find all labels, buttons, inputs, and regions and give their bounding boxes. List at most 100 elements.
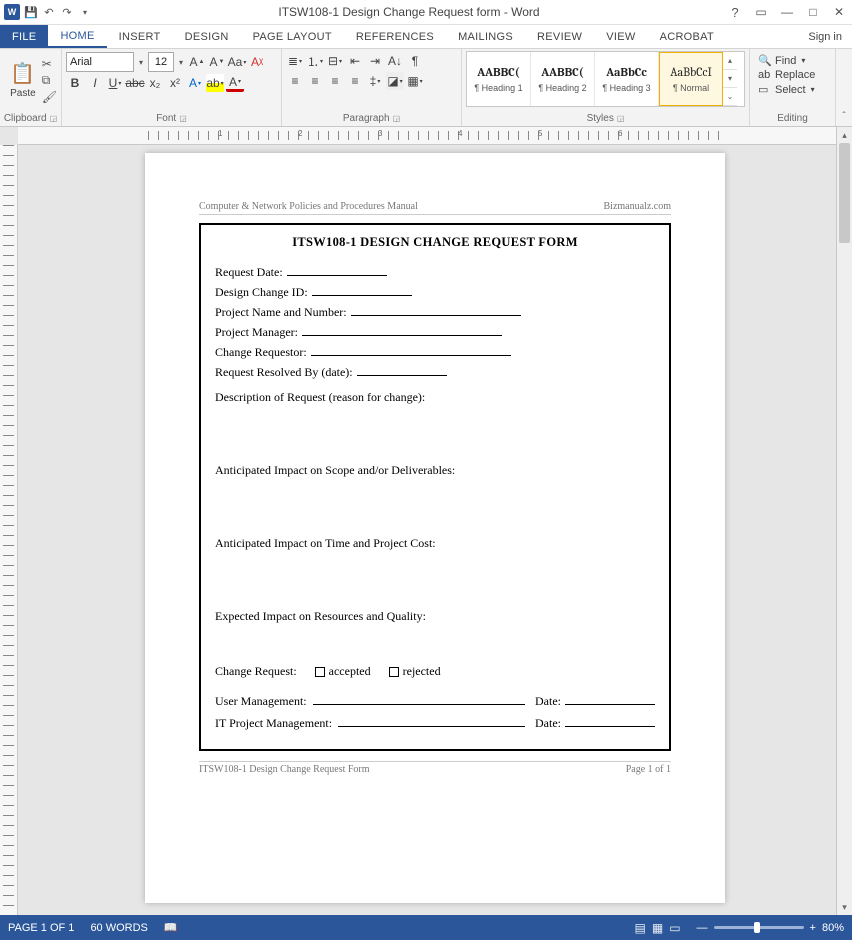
text-effects-icon[interactable]: A▾ (186, 74, 204, 92)
styles-scroll-down-icon[interactable]: ▾ (723, 70, 737, 88)
ribbon-tabs: FILE HOME INSERT DESIGN PAGE LAYOUT REFE… (0, 25, 852, 49)
font-color-icon[interactable]: A▾ (226, 74, 244, 92)
help-icon[interactable]: ? (726, 5, 744, 20)
grow-font-icon[interactable]: A▲ (188, 53, 206, 71)
font-size-select[interactable]: 12 (148, 52, 174, 72)
vertical-scrollbar[interactable]: ▴ ▾ (836, 127, 852, 915)
label-description: Description of Request (reason for chang… (215, 390, 655, 405)
tab-references[interactable]: REFERENCES (344, 25, 446, 48)
paste-button[interactable]: 📋 Paste (4, 51, 42, 109)
save-icon[interactable]: 💾 (24, 5, 38, 19)
clipboard-dialog-icon[interactable]: ◲ (50, 114, 58, 123)
zoom-slider-thumb[interactable] (754, 922, 760, 933)
tab-insert[interactable]: INSERT (107, 25, 173, 48)
tab-review[interactable]: REVIEW (525, 25, 594, 48)
status-proofing-icon[interactable]: 📖 (164, 921, 178, 934)
style-heading2[interactable]: AABBC(¶ Heading 2 (531, 52, 595, 106)
strikethrough-button[interactable]: abc (126, 74, 144, 92)
label-impact-resources: Expected Impact on Resources and Quality… (215, 609, 655, 624)
maximize-icon[interactable]: □ (804, 5, 822, 19)
view-read-icon[interactable]: ▤ (635, 921, 646, 935)
increase-indent-icon[interactable]: ⇥ (366, 52, 384, 70)
font-name-select[interactable]: Arial (66, 52, 134, 72)
justify-icon[interactable]: ≡ (346, 72, 364, 90)
styles-dialog-icon[interactable]: ◲ (617, 114, 625, 123)
status-words[interactable]: 60 WORDS (90, 922, 147, 934)
minimize-icon[interactable]: — (778, 5, 796, 19)
sign-in-link[interactable]: Sign in (798, 25, 852, 48)
align-left-icon[interactable]: ≡ (286, 72, 304, 90)
zoom-in-icon[interactable]: + (810, 922, 816, 934)
show-marks-icon[interactable]: ¶ (406, 52, 424, 70)
superscript-button[interactable]: x² (166, 74, 184, 92)
shrink-font-icon[interactable]: A▼ (208, 53, 226, 71)
label-request-resolved: Request Resolved By (date): (215, 365, 353, 380)
find-button[interactable]: 🔍Find▾ (758, 53, 827, 68)
style-normal[interactable]: AaBbCcI¶ Normal (659, 52, 723, 106)
sort-icon[interactable]: A↓ (386, 52, 404, 70)
clear-formatting-icon[interactable]: Aᵡ (248, 53, 266, 71)
tab-file[interactable]: FILE (0, 25, 48, 48)
view-web-icon[interactable]: ▭ (669, 921, 680, 935)
scroll-thumb[interactable] (839, 143, 850, 243)
cut-icon[interactable]: ✂ (42, 57, 57, 71)
align-right-icon[interactable]: ≡ (326, 72, 344, 90)
change-case-icon[interactable]: Aa▾ (228, 53, 246, 71)
bullets-icon[interactable]: ≣▾ (286, 52, 304, 70)
format-painter-icon[interactable]: 🖌 (42, 90, 57, 104)
undo-icon[interactable]: ↶ (42, 5, 56, 19)
scroll-down-icon[interactable]: ▾ (837, 899, 852, 915)
tab-home[interactable]: HOME (48, 25, 106, 48)
document-page[interactable]: Computer & Network Policies and Procedur… (145, 153, 725, 903)
view-print-icon[interactable]: ▦ (652, 921, 663, 935)
tab-page-layout[interactable]: PAGE LAYOUT (241, 25, 344, 48)
checkbox-rejected[interactable]: rejected (389, 664, 441, 679)
group-clipboard: 📋 Paste ✂ ⧉ 🖌 Clipboard◲ (0, 49, 62, 126)
numbering-icon[interactable]: ⒈▾ (306, 52, 324, 70)
paragraph-dialog-icon[interactable]: ◲ (393, 114, 401, 123)
qat-customize-icon[interactable]: ▾ (78, 5, 92, 19)
tab-mailings[interactable]: MAILINGS (446, 25, 525, 48)
styles-scroll-up-icon[interactable]: ▴ (723, 52, 737, 70)
font-name-dropdown-icon[interactable]: ▾ (136, 58, 146, 67)
font-dialog-icon[interactable]: ◲ (179, 114, 187, 123)
redo-icon[interactable]: ↷ (60, 5, 74, 19)
vertical-ruler[interactable] (0, 145, 18, 915)
collapse-ribbon-icon[interactable]: ˆ (842, 111, 845, 122)
tab-view[interactable]: VIEW (594, 25, 647, 48)
italic-button[interactable]: I (86, 74, 104, 92)
label-it-pm: IT Project Management: (215, 716, 332, 731)
shading-icon[interactable]: ◪▾ (386, 72, 404, 90)
checkbox-accepted[interactable]: accepted (315, 664, 371, 679)
font-size-dropdown-icon[interactable]: ▾ (176, 58, 186, 67)
line-spacing-icon[interactable]: ‡▾ (366, 72, 384, 90)
style-heading1[interactable]: AABBC(¶ Heading 1 (467, 52, 531, 106)
styles-more-icon[interactable]: ⌄ (723, 88, 737, 106)
group-editing: 🔍Find▾ abReplace ▭Select▾ Editing (750, 49, 836, 126)
ribbon-options-icon[interactable]: ▭ (752, 5, 770, 19)
select-button[interactable]: ▭Select▾ (758, 82, 827, 97)
subscript-button[interactable]: x₂ (146, 74, 164, 92)
highlight-icon[interactable]: ab▾ (206, 74, 224, 92)
zoom-slider[interactable] (714, 926, 804, 929)
decrease-indent-icon[interactable]: ⇤ (346, 52, 364, 70)
multilevel-list-icon[interactable]: ⊟▾ (326, 52, 344, 70)
underline-button[interactable]: U▾ (106, 74, 124, 92)
tab-design[interactable]: DESIGN (173, 25, 241, 48)
scroll-up-icon[interactable]: ▴ (837, 127, 852, 143)
align-center-icon[interactable]: ≡ (306, 72, 324, 90)
style-heading3[interactable]: AaBbCc¶ Heading 3 (595, 52, 659, 106)
document-canvas[interactable]: 1 2 3 4 5 6 Computer & Network Policies … (18, 127, 852, 915)
borders-icon[interactable]: ▦▾ (406, 72, 424, 90)
zoom-out-icon[interactable]: — (697, 922, 708, 934)
label-project-manager: Project Manager: (215, 325, 298, 340)
bold-button[interactable]: B (66, 74, 84, 92)
status-page[interactable]: PAGE 1 OF 1 (8, 922, 74, 934)
horizontal-ruler[interactable]: 1 2 3 4 5 6 (18, 127, 852, 145)
close-icon[interactable]: ✕ (830, 5, 848, 19)
header-right: Bizmanualz.com (604, 201, 671, 212)
copy-icon[interactable]: ⧉ (42, 73, 57, 88)
replace-button[interactable]: abReplace (758, 68, 827, 82)
zoom-level[interactable]: 80% (822, 922, 844, 934)
tab-acrobat[interactable]: ACROBAT (648, 25, 726, 48)
